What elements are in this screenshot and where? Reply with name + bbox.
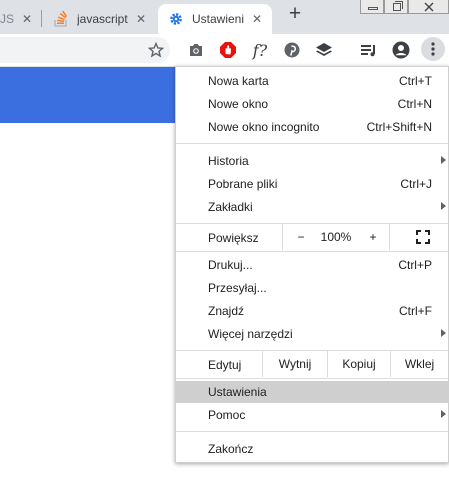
- menu-item-new-window[interactable]: Nowe okno Ctrl+N: [176, 93, 448, 115]
- adblock-icon[interactable]: [218, 40, 238, 60]
- menu-item-settings[interactable]: Ustawienia: [176, 381, 448, 403]
- menu-item-cast[interactable]: Przesyłaj...: [176, 277, 448, 299]
- minus-icon: −: [297, 230, 305, 244]
- new-tab-button[interactable]: +: [285, 3, 305, 25]
- menu-separator: [176, 378, 448, 379]
- tab-title: rJS: [0, 12, 14, 26]
- menu-item-shortcut: Ctrl+F: [399, 304, 432, 318]
- menu-item-label: Historia: [208, 154, 249, 168]
- tab-title: javascript: [77, 12, 128, 26]
- menu-item-label: Ustawienia: [208, 385, 267, 399]
- menu-item-shortcut: Ctrl+N: [397, 97, 432, 111]
- profile-icon[interactable]: [391, 40, 411, 60]
- zoom-value: 100%: [315, 224, 357, 250]
- address-bar[interactable]: [0, 37, 170, 63]
- zoom-out-button[interactable]: −: [283, 224, 319, 250]
- menu-item-label: Pobrane pliki: [208, 177, 278, 191]
- menu-item-print[interactable]: Drukuj... Ctrl+P: [176, 254, 448, 276]
- copy-label: Kopiuj: [342, 357, 376, 371]
- camera-icon[interactable]: [186, 40, 206, 60]
- submenu-arrow-icon: [441, 156, 446, 164]
- close-window-icon: [424, 2, 434, 12]
- pinterest-icon[interactable]: [282, 40, 302, 60]
- tab-1[interactable]: rJS ✕: [0, 4, 38, 34]
- menu-item-more-tools[interactable]: Więcej narzędzi: [176, 323, 448, 345]
- menu-separator: [176, 143, 448, 144]
- settings-header-bar: [0, 67, 180, 123]
- fullscreen-icon: [416, 230, 430, 244]
- paste-button[interactable]: Wklej: [391, 351, 448, 377]
- menu-separator: [176, 431, 448, 432]
- more-menu-button[interactable]: [421, 37, 445, 61]
- zoom-divider: [389, 224, 390, 250]
- playlist-icon[interactable]: [359, 40, 379, 60]
- submenu-arrow-icon: [441, 329, 446, 337]
- browser-main-menu: Nowa karta Ctrl+T Nowe okno Ctrl+N Nowe …: [175, 66, 449, 463]
- cut-button[interactable]: Wytnij: [263, 351, 327, 377]
- tab-close-icon[interactable]: ✕: [22, 12, 32, 26]
- tab-title: Ustawienia: [192, 12, 244, 26]
- menu-item-label: Pomoc: [208, 408, 246, 422]
- menu-item-label: Drukuj...: [208, 258, 253, 272]
- menu-separator: [176, 251, 448, 252]
- minimize-button[interactable]: [360, 0, 384, 14]
- edit-row: Edytuj Wytnij Kopiuj Wklej: [176, 351, 448, 377]
- minimize-icon: [368, 7, 378, 10]
- menu-item-shortcut: Ctrl+Shift+N: [366, 120, 432, 134]
- function-icon[interactable]: f?: [250, 40, 270, 60]
- edit-label: Edytuj: [208, 358, 242, 372]
- menu-item-downloads[interactable]: Pobrane pliki Ctrl+J: [176, 173, 448, 195]
- star-icon[interactable]: [146, 40, 166, 60]
- zoom-percent: 100%: [320, 230, 352, 244]
- menu-item-label: Nowe okno incognito: [208, 120, 320, 134]
- zoom-row: Powiększ − 100% +: [176, 224, 448, 250]
- function-label: f?: [252, 40, 268, 60]
- menu-item-shortcut: Ctrl+T: [399, 74, 432, 88]
- paste-label: Wklej: [404, 357, 435, 371]
- menu-item-bookmarks[interactable]: Zakładki: [176, 196, 448, 218]
- menu-item-help[interactable]: Pomoc: [176, 404, 448, 426]
- menu-item-label: Zakładki: [208, 200, 253, 214]
- zoom-label: Powiększ: [208, 231, 259, 245]
- fullscreen-button[interactable]: [405, 224, 441, 250]
- submenu-arrow-icon: [441, 202, 446, 210]
- menu-item-new-tab[interactable]: Nowa karta Ctrl+T: [176, 70, 448, 92]
- submenu-arrow-icon: [441, 410, 446, 418]
- menu-item-label: Znajdź: [208, 304, 245, 318]
- tab-settings[interactable]: Ustawienia ✕: [158, 4, 272, 34]
- menu-item-shortcut: Ctrl+J: [400, 177, 432, 191]
- browser-window: rJS ✕ javascript ✕: [0, 0, 449, 494]
- menu-item-exit[interactable]: Zakończ: [176, 438, 448, 460]
- stackoverflow-icon: [54, 10, 68, 30]
- menu-item-find[interactable]: Znajdź Ctrl+F: [176, 300, 448, 322]
- tab-close-icon[interactable]: ✕: [136, 12, 146, 26]
- zoom-in-button[interactable]: +: [357, 224, 389, 250]
- browser-toolbar: f?: [0, 34, 449, 66]
- menu-item-incognito[interactable]: Nowe okno incognito Ctrl+Shift+N: [176, 116, 448, 138]
- menu-item-label: Zakończ: [208, 442, 254, 456]
- plus-icon: +: [369, 230, 377, 244]
- restore-icon-back: [395, 1, 403, 9]
- cut-label: Wytnij: [278, 357, 312, 371]
- tab-2[interactable]: javascript ✕: [44, 4, 156, 34]
- menu-item-label: Nowa karta: [208, 74, 269, 88]
- copy-button[interactable]: Kopiuj: [328, 351, 390, 377]
- tab-separator: [41, 10, 42, 27]
- menu-item-history[interactable]: Historia: [176, 150, 448, 172]
- menu-item-label: Nowe okno: [208, 97, 269, 111]
- layers-icon[interactable]: [314, 40, 334, 60]
- close-window-button[interactable]: [408, 0, 449, 14]
- settings-gear-icon: [169, 12, 183, 29]
- tab-close-icon[interactable]: ✕: [252, 12, 262, 26]
- more-menu-icon: [431, 42, 435, 56]
- tab-strip: rJS ✕ javascript ✕: [0, 0, 449, 34]
- menu-item-label: Więcej narzędzi: [208, 327, 293, 341]
- maximize-button[interactable]: [384, 0, 408, 14]
- menu-item-shortcut: Ctrl+P: [398, 258, 432, 272]
- menu-item-label: Przesyłaj...: [208, 281, 267, 295]
